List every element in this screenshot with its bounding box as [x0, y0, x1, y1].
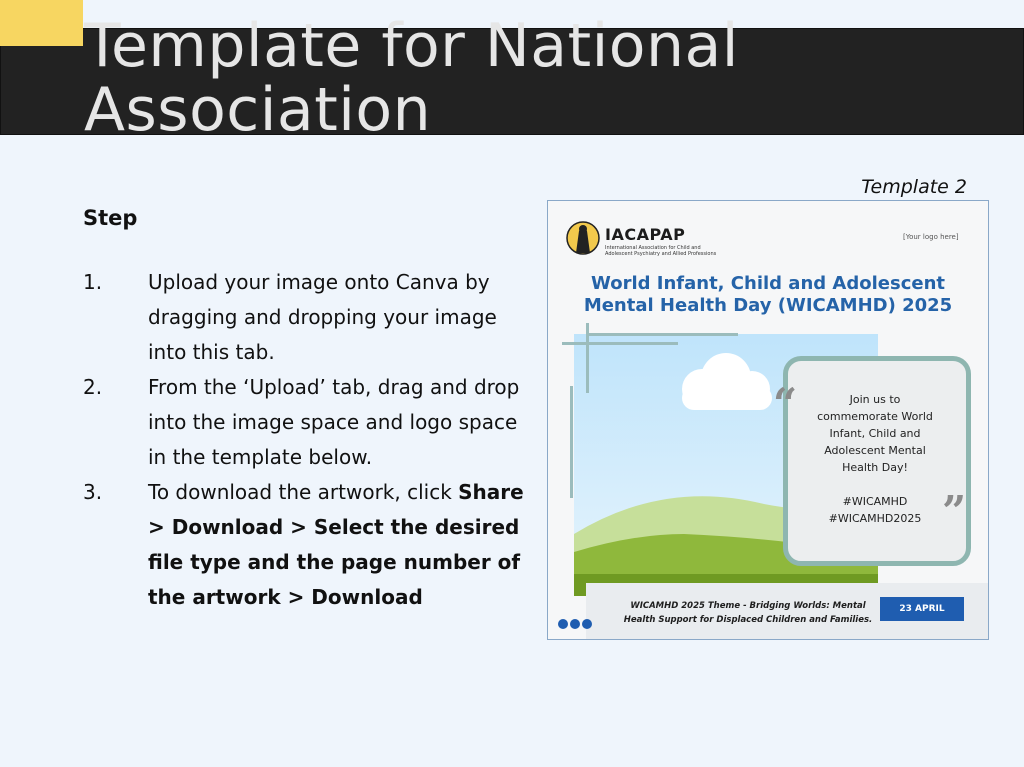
- step-number: 1.: [83, 270, 103, 294]
- iacapap-logo-icon: [566, 221, 600, 255]
- decorative-line: [570, 386, 573, 498]
- quote-text: Join us to commemorate World Infant, Chi…: [810, 391, 940, 527]
- step-item: 3. To download the artwork, click Share …: [83, 475, 533, 615]
- quote-line: [810, 476, 940, 493]
- poster-title: World Infant, Child and Adolescent Menta…: [583, 273, 953, 316]
- theme-text: WICAMHD 2025 Theme - Bridging Worlds: Me…: [623, 601, 873, 625]
- step-heading: Step: [83, 206, 138, 230]
- decorative-line: [586, 323, 589, 393]
- page-title: Template for National Association: [84, 11, 739, 145]
- close-quote-mark: ”: [942, 487, 967, 536]
- open-quote-mark: “: [773, 379, 798, 428]
- step-number: 2.: [83, 375, 103, 399]
- steps-list: 1. Upload your image onto Canva by dragg…: [83, 265, 533, 615]
- step-item: 1. Upload your image onto Canva by dragg…: [83, 265, 533, 370]
- quote-line: #WICAMHD2025: [828, 512, 922, 525]
- quote-line: #WICAMHD: [842, 495, 908, 508]
- date-badge: 23 APRIL: [880, 597, 964, 621]
- quote-line: Health Day!: [842, 461, 908, 474]
- template-caption: Template 2: [861, 176, 967, 198]
- logo-name: IACAPAP: [605, 225, 686, 244]
- quote-line: Infant, Child and: [829, 427, 921, 440]
- poster-template-image: IACAPAP International Association for Ch…: [547, 200, 989, 640]
- step-text-prefix: To download the artwork, click: [148, 480, 459, 504]
- quote-line: Adolescent Mental: [824, 444, 926, 457]
- decorative-line: [586, 333, 738, 336]
- quote-line: Join us to: [849, 393, 901, 406]
- dot-icon: [570, 619, 580, 629]
- logo-subtitle: International Association for Child and …: [605, 245, 717, 257]
- decorative-line: [562, 342, 678, 345]
- quote-line: commemorate World: [817, 410, 933, 423]
- step-item: 2. From the ‘Upload’ tab, drag and drop …: [83, 370, 533, 475]
- step-text: Upload your image onto Canva by dragging…: [148, 270, 497, 364]
- step-number: 3.: [83, 480, 103, 504]
- dot-icon: [582, 619, 592, 629]
- your-logo-placeholder: [Your logo here]: [903, 233, 959, 241]
- accent-square: [0, 0, 83, 46]
- dot-icon: [558, 619, 568, 629]
- step-text: From the ‘Upload’ tab, drag and drop int…: [148, 375, 520, 469]
